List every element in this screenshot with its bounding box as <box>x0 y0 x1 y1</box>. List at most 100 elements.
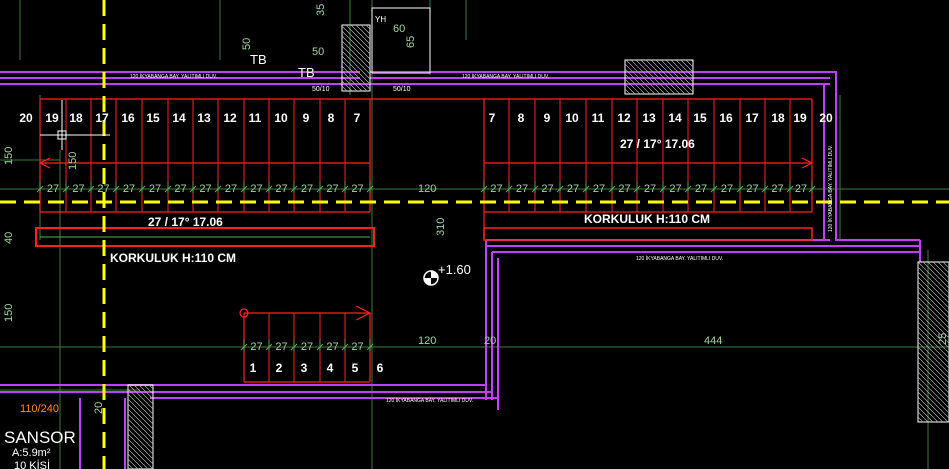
dim-tread: 27 <box>516 183 528 195</box>
step-number: 3 <box>301 361 308 375</box>
hatch-line <box>665 59 694 88</box>
step-number: 15 <box>693 111 707 125</box>
step-numbers-upper: 20 19 18 17 16 15 14 13 12 11 10 9 8 7 7 8 9 10 11 12 13 14 15… <box>19 111 833 125</box>
dim-tread: 27 <box>47 183 59 195</box>
step-number: 12 <box>223 111 237 125</box>
dim-tread: 27 <box>351 183 363 195</box>
step-number: 16 <box>719 111 733 125</box>
hatch-line <box>660 59 694 93</box>
hatch-line <box>917 296 949 329</box>
hatch-line <box>128 384 154 410</box>
dim-tread: 27 <box>326 183 338 195</box>
step-number: 5 <box>352 361 359 375</box>
dim-310: 310 <box>435 218 447 236</box>
dim-tread: 27 <box>250 183 262 195</box>
step-number: 10 <box>274 111 288 125</box>
hatch-line <box>624 83 636 95</box>
wall-note-5: 120 İKYABANGA BAY. YALITIMLI DUV. <box>827 145 834 232</box>
hatch-line <box>917 281 949 314</box>
hatch-line <box>917 356 949 389</box>
step-number: 13 <box>197 111 211 125</box>
wall-note-3: 120 İKYABANGA BAY. YALITIMLI DUV. <box>636 255 723 262</box>
step-number: 6 <box>377 361 384 375</box>
hatch-line <box>127 458 139 469</box>
dim-20-a: 20 <box>93 402 105 414</box>
step-number: 15 <box>146 111 160 125</box>
stair-plan-drawing: 27 27 27 27 27 27 27 27 27 27 27 27 27 27 27 27 27 27 27 27… <box>0 0 949 469</box>
step-number: 20 <box>819 111 833 125</box>
hatch-line <box>127 433 154 460</box>
step-number: 16 <box>121 111 135 125</box>
hatch-line <box>917 351 949 384</box>
dim-tread: 27 <box>72 183 84 195</box>
step-number: 2 <box>276 361 283 375</box>
hatch-line <box>127 408 154 435</box>
stair-label-right: 27 / 17° 17.06 <box>620 137 695 151</box>
hatch-line <box>917 376 949 409</box>
dim-50-a: 50 <box>241 38 253 50</box>
hatch-line <box>365 24 371 30</box>
dim-tread: 27 <box>746 183 758 195</box>
dim-tread: 27 <box>721 183 733 195</box>
dim-tread: 27 <box>301 341 313 353</box>
dim-tread: 27 <box>351 341 363 353</box>
hatch-line <box>127 463 134 469</box>
handrail-right-box[interactable] <box>483 227 813 241</box>
room-code: 110/240 <box>20 403 59 415</box>
hatch-line <box>917 391 949 423</box>
step-number: 1 <box>250 361 257 375</box>
step-number: 14 <box>668 111 682 125</box>
dim-tread: 27 <box>326 341 338 353</box>
hatch-line <box>917 276 949 309</box>
hatch-line <box>917 271 949 304</box>
step-number: 18 <box>69 111 83 125</box>
hatch-line <box>917 361 949 394</box>
room-people: 10 KİŞİ <box>14 459 50 469</box>
step-number: 10 <box>565 111 579 125</box>
hatch-line <box>341 85 348 92</box>
hatch-line <box>917 301 949 334</box>
stair-label-left: 27 / 17° 17.06 <box>148 215 223 229</box>
dim-tread: 27 <box>695 183 707 195</box>
step-number: 18 <box>771 111 785 125</box>
hatch-line <box>917 286 949 319</box>
dim-tread: 27 <box>149 183 161 195</box>
dim-landing-upper: 120 <box>418 183 436 195</box>
level-marker[interactable]: +1.60 <box>423 262 471 286</box>
step-number: 4 <box>327 361 334 375</box>
hatch-line <box>127 448 149 469</box>
hatch-line <box>917 411 929 423</box>
small-5010-b: 50/10 <box>393 86 411 93</box>
dim-tread: 27 <box>97 183 109 195</box>
hatch-line <box>917 261 949 294</box>
hatch-line <box>127 423 154 450</box>
hatch-line <box>127 398 154 425</box>
level-value: +1.60 <box>438 262 471 277</box>
dim-150-small: 150 <box>67 152 79 170</box>
dim-tread: 27 <box>174 183 186 195</box>
cad-drawing-canvas[interactable]: 27 27 27 27 27 27 27 27 27 27 27 27 27 27 27 27 27 27 27 27… <box>0 0 949 469</box>
hatch-line <box>917 386 949 419</box>
handrail-label-right: KORKULUK H:110 CM <box>584 212 710 226</box>
tb-label-1: TB <box>250 52 267 67</box>
step-number: 7 <box>489 111 496 125</box>
hatch-line <box>360 24 371 35</box>
step-number: 12 <box>617 111 631 125</box>
dim-444: 444 <box>704 335 722 347</box>
dim-tread: 27 <box>301 183 313 195</box>
hatch-line <box>127 413 154 440</box>
step-number: 11 <box>592 111 605 125</box>
hatch-line <box>917 371 949 404</box>
room-name[interactable]: SANSOR <box>4 428 76 447</box>
dim-landing-lower: 120 <box>418 335 436 347</box>
dim-tread: 27 <box>593 183 605 195</box>
handrail-label-left: KORKULUK H:110 CM <box>110 251 236 265</box>
dim-tread: 27 <box>250 341 262 353</box>
step-number: 19 <box>45 111 59 125</box>
dim-tread: 27 <box>618 183 630 195</box>
wall-note-2: 120 İKYABANGA BAY. YALITIMLI DUV. <box>462 73 549 80</box>
dim-tread: 27 <box>199 183 211 195</box>
step-number: 9 <box>544 111 551 125</box>
hatch-line <box>917 381 949 414</box>
step-number: 20 <box>19 111 33 125</box>
